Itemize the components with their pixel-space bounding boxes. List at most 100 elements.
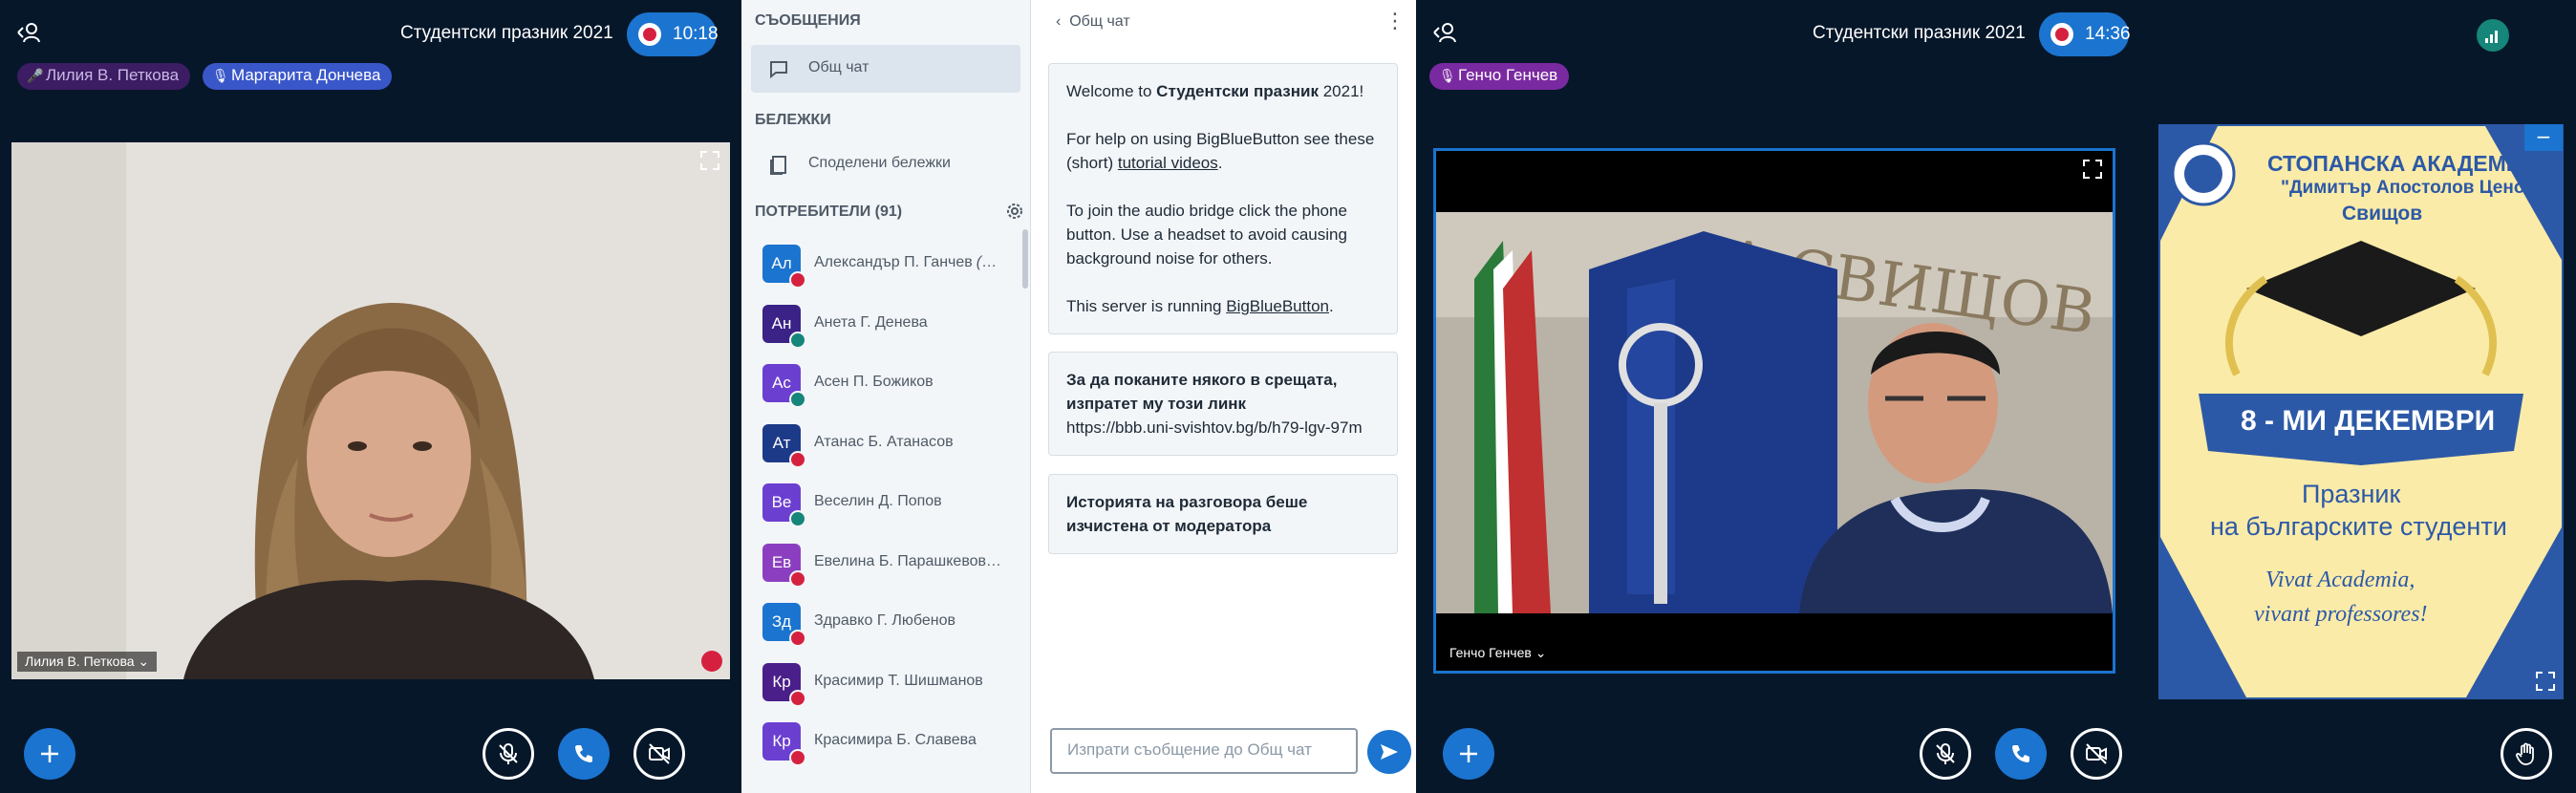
- public-chat-item[interactable]: Общ чат: [751, 45, 1020, 93]
- fullscreen-icon[interactable]: [2535, 671, 2556, 692]
- tutorial-link[interactable]: tutorial videos: [1118, 154, 1218, 172]
- talker-name: Маргарита Дончева: [231, 66, 381, 84]
- slide-motto2: vivant professores!: [2254, 602, 2428, 627]
- share-webcam-button[interactable]: [633, 728, 685, 780]
- muted-mic-icon: [789, 569, 806, 588]
- user-name: Красимира Б. Славева: [814, 732, 977, 748]
- user-list-item[interactable]: Ве Веселин Д. Попов: [762, 483, 1001, 529]
- headphones-icon: [789, 510, 806, 527]
- user-list-panel: СЪОБЩЕНИЯ Общ чат БЕЛЕЖКИ Споделени беле…: [741, 0, 1030, 793]
- webcam-speaker: А СВИЩОВ: [1436, 212, 2113, 613]
- slide-motto1: Vivat Academia,: [2265, 568, 2415, 592]
- recording-indicator[interactable]: 10:18: [627, 12, 719, 56]
- invite-message: За да поканите някого в срещата, изпрате…: [1048, 352, 1398, 456]
- talker-badge: 🎤 Лилия В. Петкова: [17, 63, 191, 90]
- leave-audio-button[interactable]: [558, 728, 610, 780]
- fullscreen-icon[interactable]: [699, 150, 722, 173]
- user-name: Анета Г. Денева: [814, 313, 928, 331]
- user-list-item[interactable]: АлАлександър П. Ганчев(Вие): [762, 245, 1001, 290]
- actions-button[interactable]: [1443, 728, 1494, 780]
- shared-notes-item[interactable]: Споделени бележки: [751, 140, 1020, 188]
- plus-icon: [41, 745, 58, 762]
- video-username[interactable]: Лилия В. Петкова ⌄: [17, 652, 158, 672]
- presentation-slide[interactable]: СТОПАНСКА АКАДЕМИЯ "Димитър Апостолов Це…: [2158, 124, 2564, 699]
- messages-section-title: СЪОБЩЕНИЯ: [755, 12, 861, 29]
- user-list-item[interactable]: Ас Асен П. Божиков: [762, 364, 1001, 410]
- user-list-item[interactable]: ЕвЕвелина Б. Парашкевова-В...: [762, 543, 1001, 589]
- webcam-person: [11, 142, 730, 679]
- fullscreen-icon[interactable]: [2082, 159, 2105, 182]
- mic-off-icon: [499, 743, 518, 764]
- talker-name: Лилия В. Петкова: [46, 66, 180, 84]
- camera-off-icon: [2086, 743, 2107, 764]
- chat-header[interactable]: ‹ Общ чат: [1056, 13, 1130, 31]
- share-webcam-button[interactable]: [2071, 728, 2122, 780]
- headphones-icon: [789, 331, 806, 349]
- bbb-link[interactable]: BigBlueButton: [1226, 297, 1329, 315]
- chat-icon: [768, 58, 789, 79]
- raise-hand-button[interactable]: [2501, 728, 2552, 780]
- user-name: Красимир Т. Шишманов: [814, 672, 983, 689]
- muted-mic-icon: [789, 450, 806, 468]
- user-list-item[interactable]: Ан Анета Г. Денева: [762, 304, 1001, 351]
- record-icon: [2050, 23, 2073, 46]
- user-list-toggle-icon[interactable]: [15, 19, 42, 46]
- user-name: Евелина Б. Парашкевова-В...: [814, 552, 1001, 569]
- webcam-video[interactable]: Лилия В. Петкова ⌄: [11, 142, 730, 679]
- chat-options-icon[interactable]: ⋮: [1385, 10, 1406, 33]
- user-name: Веселин Д. Попов: [814, 493, 942, 509]
- gear-icon[interactable]: [1005, 202, 1026, 223]
- send-icon: [1381, 744, 1398, 760]
- actions-button[interactable]: [24, 728, 75, 780]
- phone-icon: [2012, 745, 2029, 762]
- minimize-presentation-button[interactable]: −: [2524, 124, 2563, 151]
- record-icon: [638, 23, 661, 46]
- user-name: Асен П. Божиков: [814, 374, 934, 390]
- slide-line1: СТОПАНСКА АКАДЕМИЯ: [2267, 151, 2538, 176]
- notes-section-title: БЕЛЕЖКИ: [755, 112, 831, 128]
- connection-status-icon[interactable]: [2477, 19, 2509, 52]
- webcam-video[interactable]: А СВИЩОВ Генчо Генчев ⌄: [1433, 148, 2115, 674]
- recording-indicator[interactable]: 14:36: [2039, 12, 2131, 56]
- phone-icon: [575, 745, 592, 762]
- chat-panel: ‹ Общ чат ⋮ Welcome to Студентски празни…: [1030, 0, 1416, 793]
- plus-icon: [1460, 745, 1477, 762]
- recording-timer: 10:18: [673, 24, 719, 44]
- meeting-title: Студентски празник 2021: [400, 23, 613, 43]
- unmute-button[interactable]: [483, 728, 534, 780]
- leave-audio-button[interactable]: [1995, 728, 2047, 780]
- notes-icon: [768, 154, 789, 175]
- slide-date: 8 - МИ ДЕКЕМВРИ: [2241, 405, 2496, 437]
- muted-mic-icon: [789, 630, 806, 647]
- muted-mic-icon: [701, 651, 722, 672]
- mic-off-icon: [1936, 743, 1955, 764]
- user-name: Александър П. Ганчев(Вие): [814, 254, 1001, 270]
- user-name: Здравко Г. Любенов: [814, 612, 956, 629]
- muted-mic-icon: [789, 689, 806, 707]
- slide-line2: "Димитър Апостолов Ценов": [2281, 178, 2545, 198]
- muted-mic-icon: [789, 749, 806, 766]
- headphones-icon: [789, 391, 806, 408]
- camera-off-icon: [649, 743, 670, 764]
- chevron-left-icon: ‹: [1056, 13, 1062, 30]
- mic-icon: 🎙: [212, 68, 229, 83]
- user-name: Атанас Б. Атанасов: [814, 433, 954, 450]
- user-list-toggle-icon[interactable]: [1431, 19, 1458, 46]
- send-button[interactable]: [1367, 730, 1411, 774]
- user-list-item[interactable]: Кр Красимир Т. Шишманов: [762, 662, 1001, 709]
- unmute-button[interactable]: [1920, 728, 1971, 780]
- hand-icon: [2516, 742, 2534, 765]
- meeting-title: Студентски празник 2021: [1813, 23, 2026, 43]
- talker-badge: 🎙 Генчо Генчев: [1429, 63, 1570, 90]
- invite-link[interactable]: https://bbb.uni-svishtov.bg/b/h79-lgv-97…: [1066, 416, 1380, 439]
- users-section-title: ПОТРЕБИТЕЛИ (91): [755, 204, 903, 220]
- chat-message-input[interactable]: Изпрати съобщение до Общ чат: [1050, 728, 1358, 774]
- slide-holiday1: Празник: [2302, 480, 2401, 508]
- user-list-item[interactable]: Кр Красимира Б. Славева: [762, 722, 1001, 768]
- user-list-item[interactable]: Зд Здравко Г. Любенов: [762, 603, 1001, 649]
- talker-badge: 🎙 Маргарита Дончева: [203, 63, 393, 90]
- video-username[interactable]: Генчо Генчев ⌄: [1442, 643, 1555, 663]
- mic-icon: 🎙: [1439, 68, 1456, 83]
- scrollbar[interactable]: [1022, 229, 1028, 289]
- user-list-item[interactable]: Ат Атанас Б. Атанасов: [762, 423, 1001, 470]
